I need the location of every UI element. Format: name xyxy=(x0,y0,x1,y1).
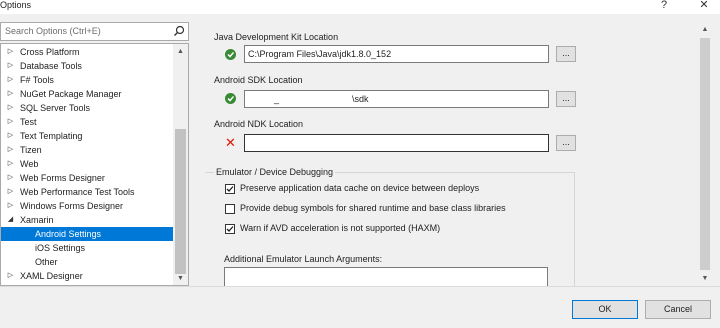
settings-scroll-thumb[interactable] xyxy=(700,38,710,270)
tree-item-label: iOS Settings xyxy=(35,243,86,253)
collapsed-arrow-icon[interactable]: ▷ xyxy=(6,73,15,87)
close-button[interactable]: ✕ xyxy=(692,0,716,13)
settings-scroll-down-icon[interactable]: ▼ xyxy=(698,273,712,285)
collapsed-arrow-icon[interactable]: ▷ xyxy=(6,59,15,73)
search-icon[interactable] xyxy=(173,25,185,37)
tree-item[interactable]: ▷ XAML Designer xyxy=(1,269,173,283)
emulator-args-field[interactable] xyxy=(224,267,548,287)
checkmark-icon xyxy=(226,226,234,232)
search-options-input[interactable]: Search Options (Ctrl+E) xyxy=(0,22,189,41)
settings-scroll-up-icon[interactable]: ▲ xyxy=(698,24,712,36)
tree-item-label: Web xyxy=(20,159,39,169)
tree-item[interactable]: ▷ Web xyxy=(1,157,173,171)
tree-item-label: Xamarin xyxy=(20,215,54,225)
cancel-button[interactable]: Cancel xyxy=(645,300,711,319)
tree-item[interactable]: Android Settings xyxy=(1,227,173,241)
tree-item-label: Android Settings xyxy=(35,229,102,239)
search-placeholder: Search Options (Ctrl+E) xyxy=(5,26,101,36)
tree-scroll-thumb[interactable] xyxy=(175,129,186,274)
collapsed-arrow-icon[interactable]: ▷ xyxy=(6,129,15,143)
window-title: Options xyxy=(0,0,32,10)
tree-item[interactable]: Other xyxy=(1,255,173,269)
tree-item-label: NuGet Package Manager xyxy=(20,89,122,99)
tree-item-label: Text Templating xyxy=(20,131,83,141)
sdk-location-label: Android SDK Location xyxy=(214,75,303,85)
checkmark-icon xyxy=(226,186,234,192)
collapsed-arrow-icon[interactable]: ▷ xyxy=(6,101,15,115)
tree-item-label: F# Tools xyxy=(20,75,54,85)
jdk-ok-icon xyxy=(225,49,236,60)
tree-item[interactable]: ▷ Database Tools xyxy=(1,59,173,73)
collapsed-arrow-icon[interactable]: ▷ xyxy=(6,185,15,199)
jdk-location-field[interactable]: C:\Program Files\Java\jdk1.8.0_152 xyxy=(244,45,549,63)
title-bar: Options ? ✕ xyxy=(0,0,720,14)
collapsed-arrow-icon[interactable]: ▷ xyxy=(6,115,15,129)
tree-item[interactable]: ▷ F# Tools xyxy=(1,73,173,87)
tree-item-label: Database Tools xyxy=(20,61,82,71)
options-tree[interactable]: ▷ Cross Platform ▷ Database Tools ▷ F# Tools ▷… xyxy=(0,43,189,286)
sdk-location-field[interactable]: _ \sdk xyxy=(244,90,549,108)
emulator-option-checkbox[interactable] xyxy=(225,204,235,214)
tree-item-label: Web Forms Designer xyxy=(20,173,105,183)
ndk-location-label: Android NDK Location xyxy=(214,119,304,129)
tree-item[interactable]: ▷ SQL Server Tools xyxy=(1,101,173,115)
tree-item-label: Other xyxy=(35,257,58,267)
emulator-args-label: Additional Emulator Launch Arguments: xyxy=(224,254,383,264)
collapsed-arrow-icon[interactable]: ▷ xyxy=(6,171,15,185)
emulator-option-label: Warn if AVD acceleration is not supporte… xyxy=(240,223,441,233)
collapsed-arrow-icon[interactable]: ▷ xyxy=(6,87,15,101)
sdk-ok-icon xyxy=(225,93,236,104)
collapsed-arrow-icon[interactable]: ▷ xyxy=(6,143,15,157)
expanded-arrow-icon[interactable]: ◢ xyxy=(6,213,15,227)
collapsed-arrow-icon[interactable]: ▷ xyxy=(6,45,15,59)
tree-item[interactable]: ▷ NuGet Package Manager xyxy=(1,87,173,101)
tree-item[interactable]: ▷ Cross Platform xyxy=(1,45,173,59)
ok-button[interactable]: OK xyxy=(572,300,638,319)
help-button[interactable]: ? xyxy=(652,0,676,13)
emulator-option-label: Preserve application data cache on devic… xyxy=(240,183,480,193)
tree-scrollbar[interactable]: ▲ ▼ xyxy=(173,44,188,285)
settings-scrollbar[interactable]: ▲ ▼ xyxy=(698,22,712,286)
sdk-path-part1: _ xyxy=(274,94,280,104)
collapsed-arrow-icon[interactable]: ▷ xyxy=(6,269,15,283)
sdk-path-part2: \sdk xyxy=(352,94,369,104)
tree-item[interactable]: ▷ Windows Forms Designer xyxy=(1,199,173,213)
tree-item[interactable]: ▷ Web Forms Designer xyxy=(1,171,173,185)
tree-item-label: Web Performance Test Tools xyxy=(20,187,135,197)
jdk-browse-button[interactable]: ... xyxy=(556,46,576,62)
tree-item-label: SQL Server Tools xyxy=(20,103,91,113)
collapsed-arrow-icon[interactable]: ▷ xyxy=(6,157,15,171)
tree-item[interactable]: ▷ Text Templating xyxy=(1,129,173,143)
jdk-location-label: Java Development Kit Location xyxy=(214,32,339,42)
tree-item-label: XAML Designer xyxy=(20,271,83,281)
tree-item[interactable]: ▷ Web Performance Test Tools xyxy=(1,185,173,199)
tree-item[interactable]: iOS Settings xyxy=(1,241,173,255)
emulator-option-label: Provide debug symbols for shared runtime… xyxy=(240,203,506,213)
ndk-error-icon: ✕ xyxy=(225,135,236,150)
ndk-location-field[interactable] xyxy=(244,134,549,152)
tree-item-label: Tizen xyxy=(20,145,42,155)
emulator-group-label: Emulator / Device Debugging xyxy=(214,167,336,177)
scroll-down-arrow-icon[interactable]: ▼ xyxy=(173,273,188,285)
tree-item-label: Test xyxy=(20,117,37,127)
tree-item-label: Cross Platform xyxy=(20,47,80,57)
sdk-browse-button[interactable]: ... xyxy=(556,91,576,107)
footer-separator xyxy=(0,286,720,287)
tree-item[interactable]: ◢ Xamarin xyxy=(1,213,173,227)
emulator-option-checkbox[interactable] xyxy=(225,184,235,194)
tree-item-label: Windows Forms Designer xyxy=(20,201,124,211)
emulator-option-checkbox[interactable] xyxy=(225,224,235,234)
ndk-browse-button[interactable]: ... xyxy=(556,135,576,151)
tree-item[interactable]: ▷ Tizen xyxy=(1,143,173,157)
scroll-up-arrow-icon[interactable]: ▲ xyxy=(173,46,188,58)
collapsed-arrow-icon[interactable]: ▷ xyxy=(6,199,15,213)
tree-item[interactable]: ▷ Test xyxy=(1,115,173,129)
